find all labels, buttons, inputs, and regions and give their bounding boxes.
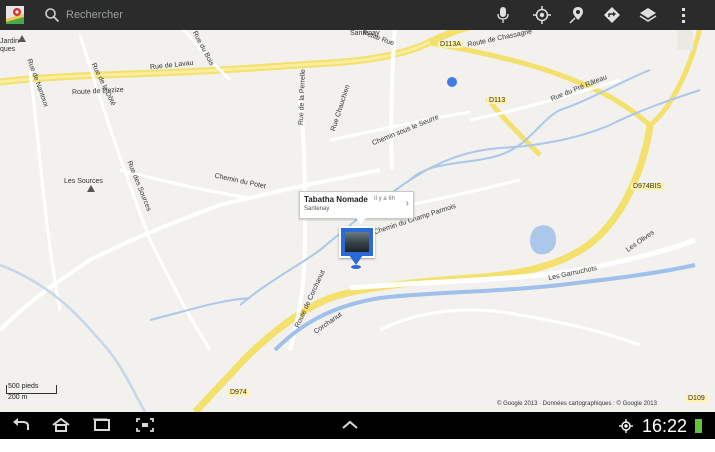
tablet-screen: Rechercher Jardin ques Rue de Lavau Rout… bbox=[0, 0, 715, 452]
chevron-right-icon: › bbox=[405, 198, 409, 209]
screen-bottom-edge bbox=[0, 439, 715, 452]
photo-marker[interactable] bbox=[339, 226, 375, 258]
road-shield: D974 bbox=[228, 389, 249, 396]
battery-icon bbox=[695, 419, 702, 433]
scale-tick bbox=[6, 385, 7, 394]
overflow-menu-icon[interactable] bbox=[672, 4, 694, 26]
scale-meters: 200 m bbox=[8, 394, 28, 401]
maps-app-icon[interactable] bbox=[4, 4, 26, 26]
gps-status-icon bbox=[619, 419, 633, 433]
back-icon[interactable] bbox=[10, 416, 32, 434]
marker-tip-icon bbox=[349, 255, 363, 265]
map-label: Les Sources bbox=[64, 178, 103, 185]
marker-photo bbox=[345, 232, 369, 252]
scale-feet: 500 pieds bbox=[8, 383, 39, 390]
search-input[interactable]: Rechercher bbox=[66, 9, 123, 21]
road-shield: D113A bbox=[438, 41, 463, 48]
system-nav-bar: 16:22 bbox=[0, 412, 715, 439]
callout-time: Il y a 6h bbox=[374, 196, 396, 202]
scale-bar: 500 pieds 200 m bbox=[6, 383, 64, 405]
home-icon[interactable] bbox=[50, 416, 72, 434]
search-icon[interactable] bbox=[41, 4, 63, 26]
status-clock: 16:22 bbox=[641, 416, 687, 436]
screenshot-icon[interactable] bbox=[134, 416, 156, 434]
places-icon[interactable] bbox=[566, 4, 588, 26]
chevron-up-icon[interactable] bbox=[339, 416, 361, 434]
scale-tick bbox=[56, 385, 57, 394]
map-label: Jardin bbox=[0, 38, 20, 45]
maps-action-bar: Rechercher bbox=[0, 0, 715, 30]
place-callout[interactable]: Tabatha Nomade Il y a 6h Santenay › bbox=[299, 191, 414, 224]
map-label: Santenay bbox=[350, 30, 380, 37]
road-shield: D974BIS bbox=[631, 183, 664, 190]
callout-title: Tabatha Nomade bbox=[304, 195, 368, 204]
callout-place: Santenay bbox=[304, 206, 330, 212]
map-attribution: © Google 2013 · Données cartographiques … bbox=[497, 401, 657, 407]
road-shield: D113 bbox=[487, 97, 508, 104]
marker-shadow-icon bbox=[351, 265, 361, 269]
directions-icon[interactable] bbox=[601, 4, 623, 26]
layers-icon[interactable] bbox=[637, 4, 659, 26]
microphone-icon[interactable] bbox=[492, 4, 514, 26]
my-location-icon[interactable] bbox=[531, 4, 553, 26]
map-label: ques bbox=[0, 46, 16, 53]
road-shield: D109 bbox=[686, 395, 707, 402]
recent-apps-icon[interactable] bbox=[91, 416, 113, 434]
map-view[interactable]: Jardin ques Rue de Lavau Route de Dezize… bbox=[0, 30, 715, 412]
